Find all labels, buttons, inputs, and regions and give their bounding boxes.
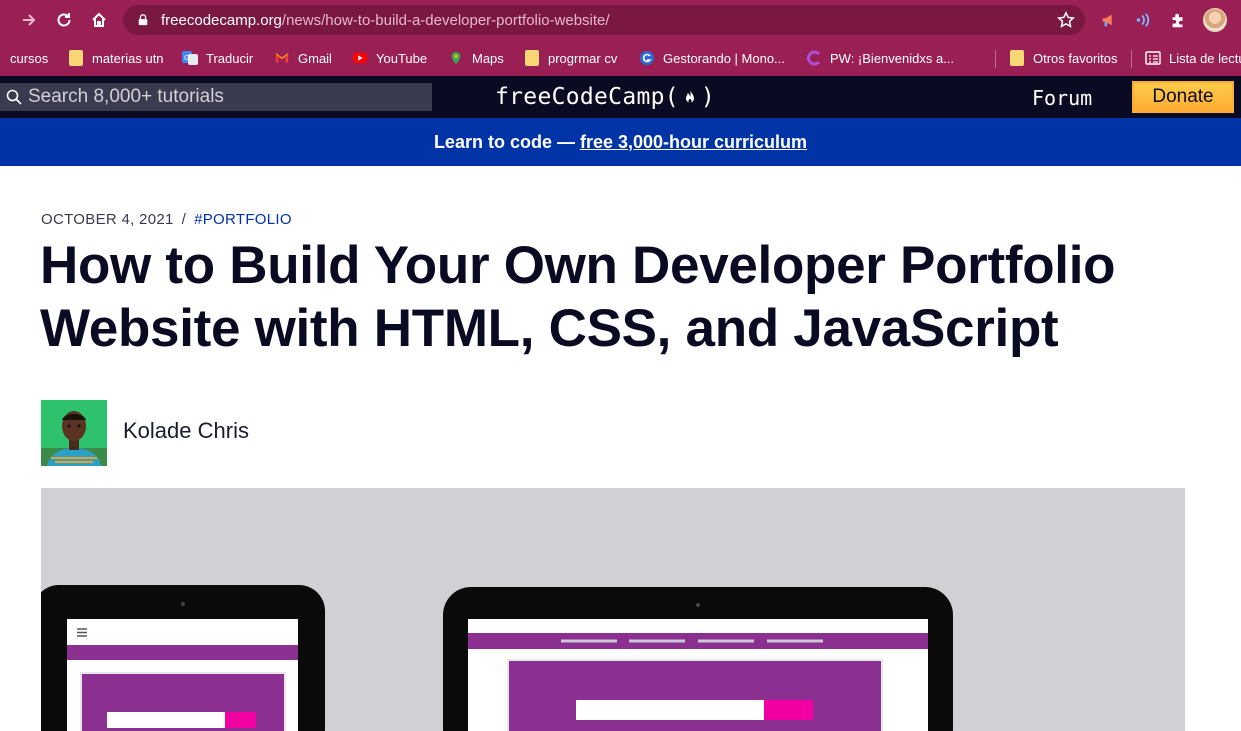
meta-separator: / bbox=[181, 211, 187, 228]
forward-icon[interactable] bbox=[17, 8, 41, 32]
bookmark-label: cursos bbox=[10, 50, 49, 66]
article-meta: OCTOBER 4, 2021 / #PORTFOLIO bbox=[41, 211, 292, 228]
bookmark-label: materias utn bbox=[92, 50, 164, 66]
logo-text-end: ) bbox=[700, 84, 716, 110]
bookmark-traducir[interactable]: G Traducir bbox=[182, 40, 253, 76]
home-icon[interactable] bbox=[87, 8, 111, 32]
donate-button[interactable]: Donate bbox=[1132, 81, 1234, 113]
fcc-navbar: freeCodeCamp( ) Forum Donate bbox=[0, 76, 1241, 118]
profile-avatar[interactable] bbox=[1203, 8, 1227, 32]
bookmark-reading-list[interactable]: Lista de lectu bbox=[1145, 40, 1241, 76]
gestorando-icon bbox=[639, 50, 655, 66]
translate-icon: G bbox=[182, 50, 198, 66]
bookmark-label: Maps bbox=[472, 50, 504, 66]
forum-link[interactable]: Forum bbox=[1022, 84, 1102, 112]
svg-text:G: G bbox=[184, 54, 189, 62]
bookmark-label: PW: ¡Bienvenidxs a... bbox=[830, 50, 955, 66]
reading-list-icon bbox=[1145, 50, 1161, 66]
logo-text: freeCodeCamp( bbox=[495, 84, 679, 110]
curriculum-link[interactable]: free 3,000-hour curriculum bbox=[580, 132, 807, 153]
url-host: freecodecamp.org bbox=[161, 11, 282, 29]
bookmark-otros-favoritos[interactable]: Otros favoritos bbox=[1009, 40, 1118, 76]
bookmarks-bar: cursos materias utn G Traducir Gmail You… bbox=[0, 40, 1241, 76]
address-bar[interactable]: freecodecamp.org/news/how-to-build-a-dev… bbox=[123, 5, 1085, 35]
author-name[interactable]: Kolade Chris bbox=[123, 418, 249, 444]
search-bar[interactable] bbox=[0, 83, 432, 111]
bookmark-label: Otros favoritos bbox=[1033, 50, 1118, 66]
browser-toolbar: freecodecamp.org/news/how-to-build-a-dev… bbox=[0, 0, 1241, 40]
youtube-icon bbox=[352, 50, 368, 66]
learn-to-code-banner: Learn to code — free 3,000-hour curricul… bbox=[0, 118, 1241, 166]
wave-extension-icon[interactable] bbox=[1133, 10, 1153, 30]
bookmark-label: Lista de lectu bbox=[1169, 50, 1241, 66]
gmail-icon bbox=[274, 50, 290, 66]
bookmark-cursos[interactable]: cursos bbox=[10, 40, 48, 76]
flame-icon bbox=[680, 85, 700, 109]
pw-icon bbox=[806, 50, 822, 66]
lock-icon[interactable] bbox=[137, 13, 151, 27]
bookmark-label: Traducir bbox=[206, 50, 254, 66]
bookmark-label: Gestorando | Mono... bbox=[663, 50, 785, 66]
reload-icon[interactable] bbox=[52, 8, 76, 32]
article-title: How to Build Your Own Developer Portfoli… bbox=[40, 236, 1116, 358]
bookmark-maps[interactable]: Maps bbox=[448, 40, 504, 76]
folder-icon bbox=[524, 50, 540, 66]
portfolio-devices-illustration bbox=[41, 488, 1185, 731]
folder-icon bbox=[1009, 50, 1025, 66]
fcc-logo[interactable]: freeCodeCamp( ) bbox=[495, 82, 715, 112]
banner-text: Learn to code — bbox=[433, 131, 575, 152]
article-date: OCTOBER 4, 2021 bbox=[41, 211, 174, 228]
bookmark-label: YouTube bbox=[376, 50, 428, 66]
bookmarks-divider bbox=[995, 50, 996, 68]
hero-image bbox=[41, 488, 1185, 731]
search-input[interactable] bbox=[28, 86, 428, 108]
bookmark-youtube[interactable]: YouTube bbox=[352, 40, 427, 76]
bookmark-gestorando[interactable]: Gestorando | Mono... bbox=[639, 40, 785, 76]
star-icon[interactable] bbox=[1057, 11, 1075, 29]
folder-icon bbox=[68, 50, 84, 66]
maps-icon bbox=[448, 50, 464, 66]
bookmarks-divider bbox=[1131, 50, 1132, 68]
megaphone-extension-icon[interactable] bbox=[1099, 10, 1119, 30]
bookmark-label: Gmail bbox=[298, 50, 332, 66]
author-avatar[interactable] bbox=[41, 400, 107, 466]
bookmark-gmail[interactable]: Gmail bbox=[274, 40, 332, 76]
search-icon bbox=[6, 89, 22, 105]
article-tag[interactable]: #PORTFOLIO bbox=[194, 211, 292, 228]
bookmark-progrmar-cv[interactable]: progrmar cv bbox=[524, 40, 617, 76]
extensions-icon[interactable] bbox=[1168, 10, 1188, 30]
bookmark-pw[interactable]: PW: ¡Bienvenidxs a... bbox=[806, 40, 954, 76]
bookmark-label: progrmar cv bbox=[548, 50, 618, 66]
bookmark-materias-utn[interactable]: materias utn bbox=[68, 40, 164, 76]
url-path: /news/how-to-build-a-developer-portfolio… bbox=[281, 11, 610, 29]
